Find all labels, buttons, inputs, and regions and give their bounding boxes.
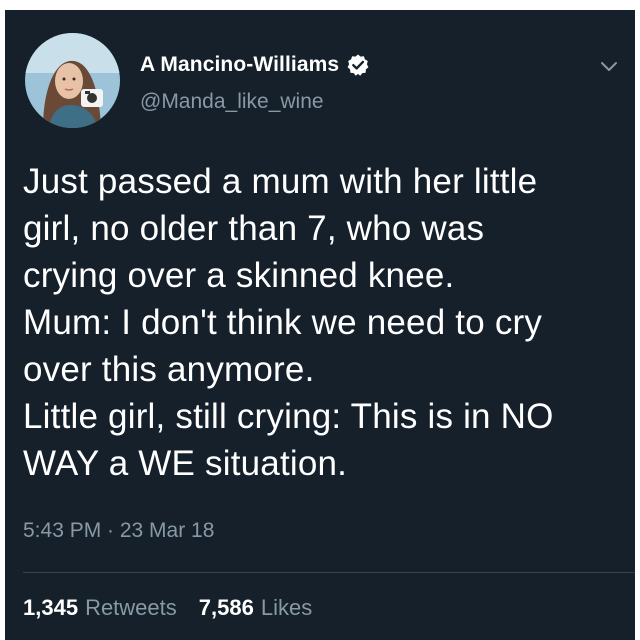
author-handle[interactable]: @Manda_like_wine: [140, 90, 324, 114]
retweets-count: 1,345: [23, 595, 79, 620]
likes-count: 7,586: [198, 595, 254, 620]
tweet-text-line: WAY a WE situation.: [23, 444, 348, 483]
likes-stat[interactable]: 7,586 Likes: [199, 595, 312, 621]
retweets-stat[interactable]: 1,345 Retweets: [23, 595, 177, 621]
verified-badge-icon: [346, 53, 370, 77]
avatar[interactable]: [25, 33, 120, 128]
tweet-text-line: over this anymore.: [23, 350, 315, 389]
tweet-card: A Mancino-Williams @Manda_like_wine Just…: [5, 10, 635, 640]
tweet-stats: 1,345 Retweets 7,586 Likes: [23, 595, 312, 621]
likes-label: Likes: [260, 595, 313, 620]
display-name[interactable]: A Mancino-Williams: [140, 53, 339, 77]
chevron-down-icon[interactable]: [598, 55, 620, 77]
tweet-text-line: girl, no older than 7, who was: [23, 209, 485, 248]
author-row[interactable]: A Mancino-Williams: [140, 52, 370, 78]
retweets-label: Retweets: [85, 595, 177, 620]
tweet-text-line: Just passed a mum with her little: [23, 162, 538, 201]
avatar-image: [25, 33, 120, 128]
tweet-timestamp[interactable]: 5:43 PM · 23 Mar 18: [23, 519, 214, 543]
tweet-text-line: Little girl, still crying: This is in NO: [23, 397, 554, 436]
divider: [23, 572, 635, 573]
tweet-text-line: crying over a skinned knee.: [23, 256, 455, 295]
tweet-text-line: Mum: I don't think we need to cry: [23, 303, 543, 342]
tweet-text: Just passed a mum with her little girl, …: [23, 158, 623, 487]
